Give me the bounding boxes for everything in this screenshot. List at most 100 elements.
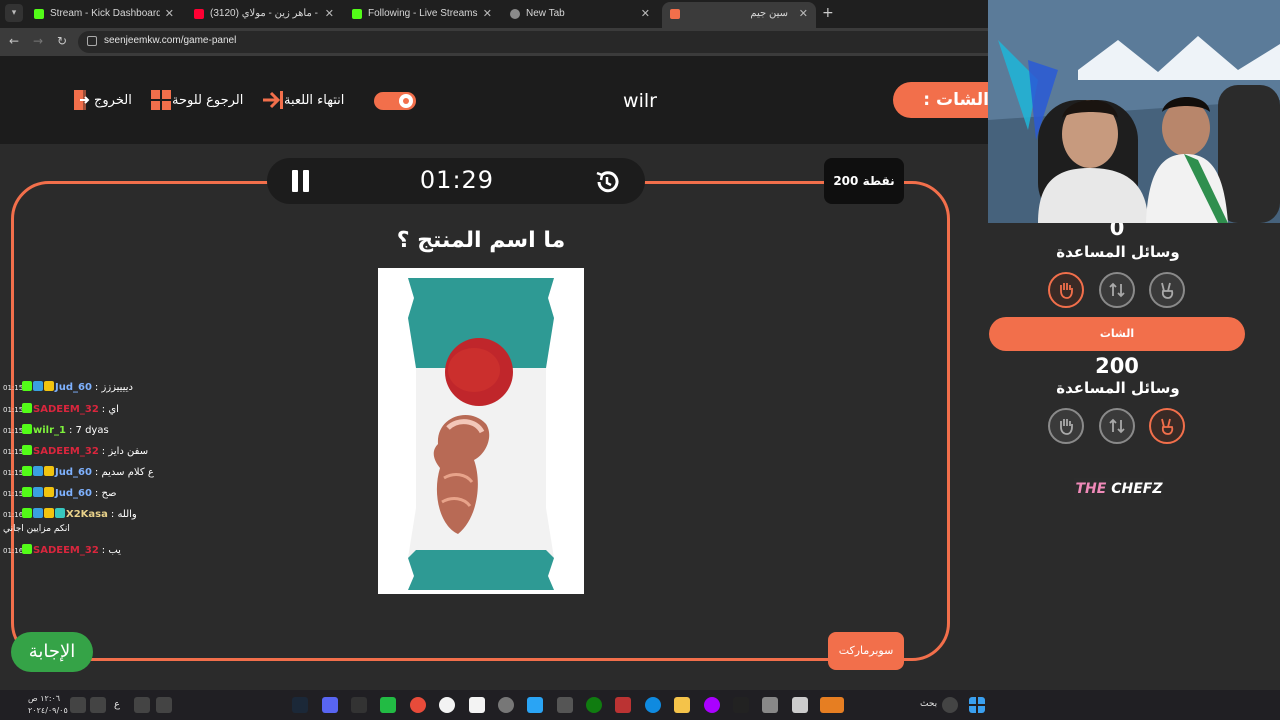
kick-badge-icon [22, 508, 32, 518]
browser-icon[interactable] [439, 697, 455, 713]
discord-icon[interactable] [322, 697, 338, 713]
crown-badge-icon [44, 508, 54, 518]
chat-message: 01:15 Jud_60: دييييززز [3, 381, 133, 393]
widgets-icon[interactable] [820, 697, 844, 713]
reset-timer-icon[interactable] [593, 168, 621, 196]
address-bar[interactable]: seenjeemkw.com/game-panel [78, 31, 998, 53]
seenjeem-icon [670, 9, 680, 19]
notepad-icon[interactable] [792, 697, 808, 713]
crown-badge-icon [44, 466, 54, 476]
answer-button[interactable]: الإجابة [11, 632, 93, 672]
category-tag: سوبرماركت [828, 632, 904, 670]
video-icon[interactable] [469, 697, 485, 713]
obs-icon[interactable] [351, 697, 367, 713]
forward-arrow-icon[interactable]: → [33, 34, 43, 48]
tab-youtube[interactable]: (3120) ماهر زين - مولاي - YouTube ✕ [186, 4, 342, 24]
lifelines-title-bottom: وسائل المساعدة [1056, 379, 1180, 397]
kick-badge-icon [22, 466, 32, 476]
steam-icon[interactable] [292, 697, 308, 713]
close-icon[interactable]: ✕ [799, 2, 808, 26]
folder-icon[interactable] [674, 697, 690, 713]
tab-search-icon[interactable]: ▾ [5, 4, 23, 22]
hand-stop-icon [1060, 283, 1073, 299]
microphone-icon[interactable] [134, 697, 150, 713]
swap-arrows-icon [1109, 282, 1125, 298]
tab-new-tab[interactable]: New Tab ✕ [502, 4, 658, 24]
mail-icon[interactable] [527, 697, 543, 713]
webcam-video [988, 0, 1280, 223]
close-icon[interactable]: ✕ [165, 4, 174, 24]
kick-icon [34, 9, 44, 19]
notification-icon[interactable] [70, 697, 86, 713]
game-toggle-switch[interactable] [374, 92, 416, 110]
tab-seenjeem[interactable]: سين جيم ✕ [662, 2, 816, 28]
site-info-icon[interactable] [87, 36, 97, 46]
youtube-icon [194, 9, 204, 19]
chat-message: 01:15 wilr_1: 7 dyas [3, 424, 109, 436]
new-tab-plus-icon[interactable]: + [822, 5, 834, 21]
lifeline-hand-stop-2[interactable] [1048, 408, 1084, 444]
timer-bar: 01:29 [267, 158, 645, 204]
lifeline-double[interactable] [1149, 272, 1185, 308]
lifelines-title-top: وسائل المساعدة [1056, 243, 1180, 261]
xbox-icon[interactable] [586, 697, 602, 713]
peace-hand-icon [1161, 282, 1174, 299]
kick-badge-icon [22, 544, 32, 554]
settings-icon[interactable] [498, 697, 514, 713]
close-icon[interactable]: ✕ [325, 4, 334, 24]
exit-button[interactable]: الخروج [68, 88, 132, 112]
lifeline-swap[interactable] [1099, 272, 1135, 308]
close-icon[interactable]: ✕ [641, 4, 650, 24]
grid-icon [151, 90, 171, 110]
browser-toolbar: ← → ↻ seenjeemkw.com/game-panel [0, 28, 998, 56]
pause-icon[interactable] [291, 170, 311, 192]
swap-arrows-icon [1109, 418, 1125, 434]
windows-taskbar: ١٢:٠٦ ص ٢٠٢٤/٠٩/٠٥ ع بحث [0, 690, 1280, 720]
end-game-button[interactable]: انتهاء اللعبة [258, 88, 344, 112]
exit-door-icon [74, 90, 90, 110]
edge-icon[interactable] [645, 697, 661, 713]
kick-badge-icon [22, 445, 32, 455]
wifi-icon[interactable] [90, 697, 106, 713]
player-name: wilr [623, 90, 657, 112]
chrome-taskbar-icon[interactable] [410, 697, 426, 713]
lifeline-double-2[interactable] [1149, 408, 1185, 444]
chat-message: 01:16 X2Kasa: والله [3, 508, 137, 520]
question-text: ما اسم المنتج ؟ [396, 228, 566, 253]
chat-message: 01:15 SADEEM_32: سفن دايز [3, 445, 149, 457]
chevron-up-icon[interactable] [156, 697, 172, 713]
language-indicator[interactable]: ع [114, 699, 120, 710]
back-to-board-button[interactable]: الرجوع للوحة [146, 88, 243, 112]
lifeline-swap-2[interactable] [1099, 408, 1135, 444]
verified-badge-icon [33, 466, 43, 476]
hand-stop-icon [1060, 419, 1073, 435]
close-icon[interactable]: ✕ [483, 4, 492, 24]
back-arrow-icon[interactable]: ← [9, 34, 19, 48]
reload-icon[interactable]: ↻ [57, 34, 67, 48]
search-label[interactable]: بحث [920, 699, 937, 709]
crown-badge-icon [44, 487, 54, 497]
verified-badge-icon [33, 508, 43, 518]
chrome-icon [510, 9, 520, 19]
arrow-to-line-icon [263, 91, 283, 109]
peace-hand-icon [1161, 418, 1174, 435]
kick-icon [352, 9, 362, 19]
chat-message: 01:15 Jud_60: ع كلام سديم [3, 466, 154, 478]
app-icon[interactable] [557, 697, 573, 713]
store-icon[interactable] [615, 697, 631, 713]
tab-kick-dashboard[interactable]: Stream - Kick Dashboard ✕ [26, 4, 182, 24]
app-icon[interactable] [704, 697, 720, 713]
timer-display: 01:29 [419, 166, 495, 194]
crown-badge-icon [44, 381, 54, 391]
search-icon[interactable] [942, 697, 958, 713]
snack-package-image [408, 278, 554, 590]
lifeline-hand-stop[interactable] [1048, 272, 1084, 308]
app-icon[interactable] [380, 697, 396, 713]
app-icon[interactable] [762, 697, 778, 713]
sub-badge-icon [55, 508, 65, 518]
clock-time: ١٢:٠٦ ص [28, 694, 61, 703]
terminal-icon[interactable] [733, 697, 749, 713]
windows-start-icon[interactable] [969, 697, 985, 713]
points-badge: 200 نقطة [824, 158, 904, 204]
tab-kick-following[interactable]: Following - Live Streams on Kick ✕ [344, 4, 500, 24]
